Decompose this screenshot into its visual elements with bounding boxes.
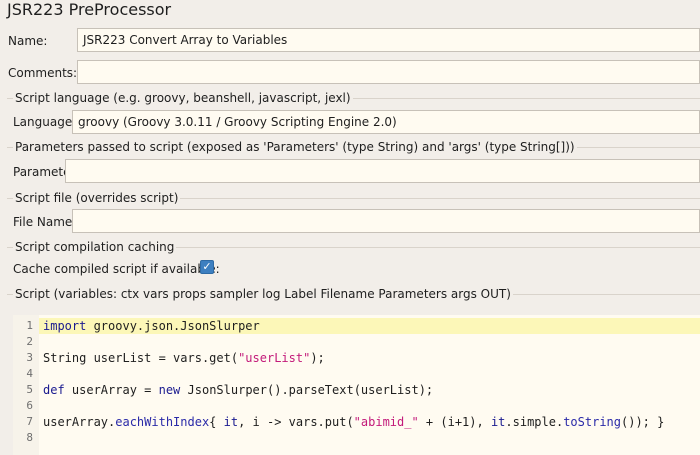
parameters-section: Parameters passed to script (exposed as … xyxy=(7,140,700,154)
code-keyword: it xyxy=(490,415,506,429)
window-title: JSR223 PreProcessor xyxy=(7,0,172,19)
checkmark-icon: ✓ xyxy=(202,260,212,273)
script-file-section: Script file (overrides script) xyxy=(7,191,700,205)
code-keyword: import xyxy=(43,319,87,333)
cache-compiled-checkbox[interactable]: ✓ xyxy=(200,260,214,274)
code-text: , i -> vars.put( xyxy=(238,415,354,429)
code-text: String userList = vars.get( xyxy=(43,351,239,365)
code-method: toString xyxy=(563,415,621,429)
code-string: "userList" xyxy=(238,351,311,365)
code-line-3: String userList = vars.get("userList"); xyxy=(43,350,700,366)
line-number: 4 xyxy=(26,367,33,380)
line-number: 1 xyxy=(26,319,33,332)
script-file-title: Script file (overrides script) xyxy=(13,191,181,205)
code-text: ()); } xyxy=(621,415,665,429)
code-text: + (i+1), xyxy=(418,415,491,429)
code-keyword: def xyxy=(43,383,65,397)
name-label: Name: xyxy=(8,34,48,48)
language-label: Language: xyxy=(13,115,77,129)
script-language-title: Script language (e.g. groovy, beanshell,… xyxy=(13,91,353,105)
script-title: Script (variables: ctx vars props sample… xyxy=(13,287,513,301)
code-text: .simple. xyxy=(505,415,564,429)
script-language-section: Script language (e.g. groovy, beanshell,… xyxy=(7,91,700,105)
script-editor[interactable]: 1 2 3 4 5 6 7 8 import groovy.json.JsonS… xyxy=(13,315,700,455)
language-select[interactable]: groovy (Groovy 3.0.11 / Groovy Scripting… xyxy=(72,110,700,134)
parameters-title: Parameters passed to script (exposed as … xyxy=(13,140,577,154)
line-number: 5 xyxy=(26,383,33,396)
code-text: { xyxy=(209,415,224,429)
file-name-field[interactable] xyxy=(72,209,700,233)
code-line-5: def userArray = new JsonSlurper().parseT… xyxy=(43,382,700,398)
file-name-label: File Name: xyxy=(13,215,77,229)
code-text: JsonSlurper().parseText(userList); xyxy=(180,383,434,397)
code-string: "abimid_" xyxy=(353,415,419,429)
line-number-gutter: 1 2 3 4 5 6 7 8 xyxy=(13,315,39,455)
parameters-field[interactable] xyxy=(65,159,700,183)
line-number: 6 xyxy=(26,399,33,412)
code-text: groovy.json.JsonSlurper xyxy=(86,319,260,333)
compilation-caching-title: Script compilation caching xyxy=(13,240,177,254)
code-text: ); xyxy=(310,351,325,365)
name-field[interactable]: JSR223 Convert Array to Variables xyxy=(77,28,700,52)
cache-compiled-label: Cache compiled script if available: xyxy=(13,262,220,276)
line-number: 8 xyxy=(26,431,33,444)
line-number: 3 xyxy=(26,351,33,364)
code-line-1: import groovy.json.JsonSlurper xyxy=(39,318,700,334)
code-text: userArray = xyxy=(64,383,159,397)
compilation-caching-section: Script compilation caching xyxy=(7,240,700,254)
line-number: 2 xyxy=(26,335,33,348)
comments-label: Comments: xyxy=(8,66,78,80)
comments-field[interactable] xyxy=(77,60,700,84)
line-number: 7 xyxy=(26,415,33,428)
script-section: Script (variables: ctx vars props sample… xyxy=(7,287,700,301)
code-line-7: userArray.eachWithIndex{ it, i -> vars.p… xyxy=(43,414,700,430)
code-method: eachWithIndex xyxy=(115,415,210,429)
code-keyword: it xyxy=(223,415,239,429)
code-text: userArray. xyxy=(43,415,116,429)
code-keyword: new xyxy=(158,383,181,397)
